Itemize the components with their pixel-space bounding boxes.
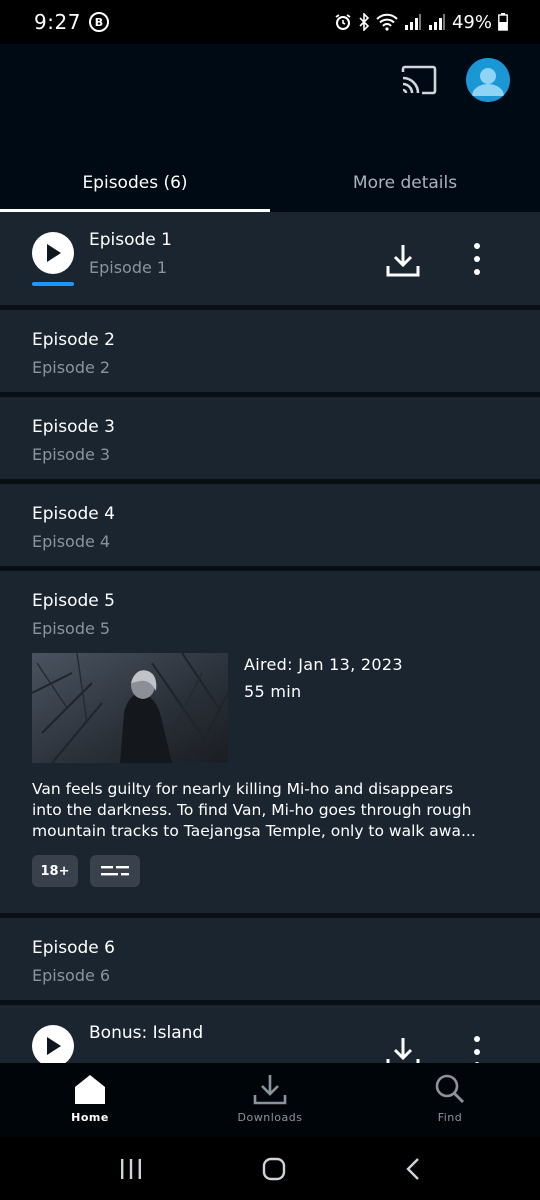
nav-downloads-label: Downloads bbox=[237, 1111, 303, 1124]
episode-row-4[interactable]: Episode 4 Episode 4 bbox=[0, 484, 540, 571]
top-app-bar bbox=[0, 44, 540, 154]
user-silhouette-icon bbox=[466, 58, 510, 102]
episode-title: Episode 5 bbox=[32, 591, 115, 611]
play-icon bbox=[47, 1037, 61, 1055]
tab-episodes[interactable]: Episodes (6) bbox=[0, 154, 270, 212]
episode-subtitle: Episode 3 bbox=[32, 445, 111, 464]
bluetooth-icon bbox=[359, 13, 370, 31]
synopsis-line: mountain tracks to Taejangsa Temple, onl… bbox=[32, 822, 476, 840]
status-time: 9:27 bbox=[34, 10, 81, 34]
play-button[interactable] bbox=[32, 232, 74, 274]
play-icon bbox=[47, 244, 61, 262]
watch-progress-bar bbox=[32, 282, 74, 286]
episode-still-image bbox=[32, 653, 228, 763]
nav-home-label: Home bbox=[71, 1111, 109, 1124]
alarm-icon bbox=[335, 14, 351, 30]
system-nav-bar bbox=[0, 1137, 540, 1200]
profile-avatar[interactable] bbox=[466, 58, 510, 102]
search-icon bbox=[435, 1074, 464, 1103]
episode-subtitle: Episode 6 bbox=[32, 966, 111, 985]
episode-title: Episode 3 bbox=[32, 417, 115, 437]
nav-find-label: Find bbox=[437, 1111, 463, 1124]
signal-2-icon bbox=[428, 14, 445, 30]
wifi-icon bbox=[376, 13, 398, 31]
subtitles-icon bbox=[101, 866, 129, 876]
app-screen: 9:27 B 49% Episodes (6) More details Epi… bbox=[0, 0, 540, 1200]
synopsis-line: Van feels guilty for nearly killing Mi-h… bbox=[32, 780, 454, 798]
episode-title: Episode 1 bbox=[89, 230, 172, 250]
recent-apps-icon[interactable] bbox=[119, 1158, 143, 1180]
episode-title: Episode 4 bbox=[32, 504, 115, 524]
home-icon bbox=[75, 1075, 105, 1104]
episode-row-6[interactable]: Episode 6 Episode 6 bbox=[0, 918, 540, 1005]
nav-downloads[interactable]: Downloads bbox=[180, 1063, 360, 1137]
status-bar: 9:27 B 49% bbox=[0, 0, 540, 44]
episode-synopsis: Van feels guilty for nearly killing Mi-h… bbox=[32, 779, 508, 842]
maturity-rating-badge: 18+ bbox=[32, 855, 78, 887]
episode-title: Episode 6 bbox=[32, 938, 115, 958]
battery-percent: 49% bbox=[451, 11, 492, 33]
episode-row-2[interactable]: Episode 2 Episode 2 bbox=[0, 310, 540, 397]
play-button[interactable] bbox=[32, 1025, 74, 1067]
signal-icon bbox=[404, 14, 421, 30]
episode-subtitle: Episode 2 bbox=[32, 358, 111, 377]
nav-home[interactable]: Home bbox=[0, 1063, 180, 1137]
subtitles-badge bbox=[90, 855, 140, 887]
b-badge-icon: B bbox=[88, 12, 109, 32]
battery-icon bbox=[498, 13, 508, 31]
episode-subtitle: Episode 5 bbox=[32, 619, 111, 638]
back-icon[interactable] bbox=[405, 1157, 421, 1181]
episode-row-1[interactable]: Episode 1 Episode 1 bbox=[0, 212, 540, 310]
tab-more-details[interactable]: More details bbox=[270, 154, 540, 212]
episode-thumbnail[interactable] bbox=[32, 653, 228, 763]
detail-tabs: Episodes (6) More details bbox=[0, 154, 540, 212]
nav-find[interactable]: Find bbox=[360, 1063, 540, 1137]
bottom-nav: Home Downloads Find bbox=[0, 1063, 540, 1137]
synopsis-line: into the darkness. To find Van, Mi-ho go… bbox=[32, 801, 472, 819]
episode-subtitle: Episode 1 bbox=[89, 258, 168, 277]
cast-icon[interactable] bbox=[400, 64, 438, 96]
more-options-icon[interactable] bbox=[467, 242, 487, 278]
home-button-icon[interactable] bbox=[262, 1157, 286, 1181]
download-icon bbox=[253, 1075, 287, 1105]
episode-row-5[interactable]: Episode 5 Episode 5 Aired: Jan 13, 2023 … bbox=[0, 571, 540, 918]
episode-subtitle: Episode 4 bbox=[32, 532, 111, 551]
episode-row-3[interactable]: Episode 3 Episode 3 bbox=[0, 397, 540, 484]
episode-aired-date: Aired: Jan 13, 2023 bbox=[244, 655, 403, 674]
episode-title: Episode 2 bbox=[32, 330, 115, 350]
bonus-title: Bonus: Island bbox=[89, 1023, 204, 1043]
episode-list: Episode 1 Episode 1 Episode 2 Episode 2 … bbox=[0, 212, 540, 1095]
download-icon[interactable] bbox=[385, 242, 421, 278]
episode-duration: 55 min bbox=[244, 682, 302, 701]
